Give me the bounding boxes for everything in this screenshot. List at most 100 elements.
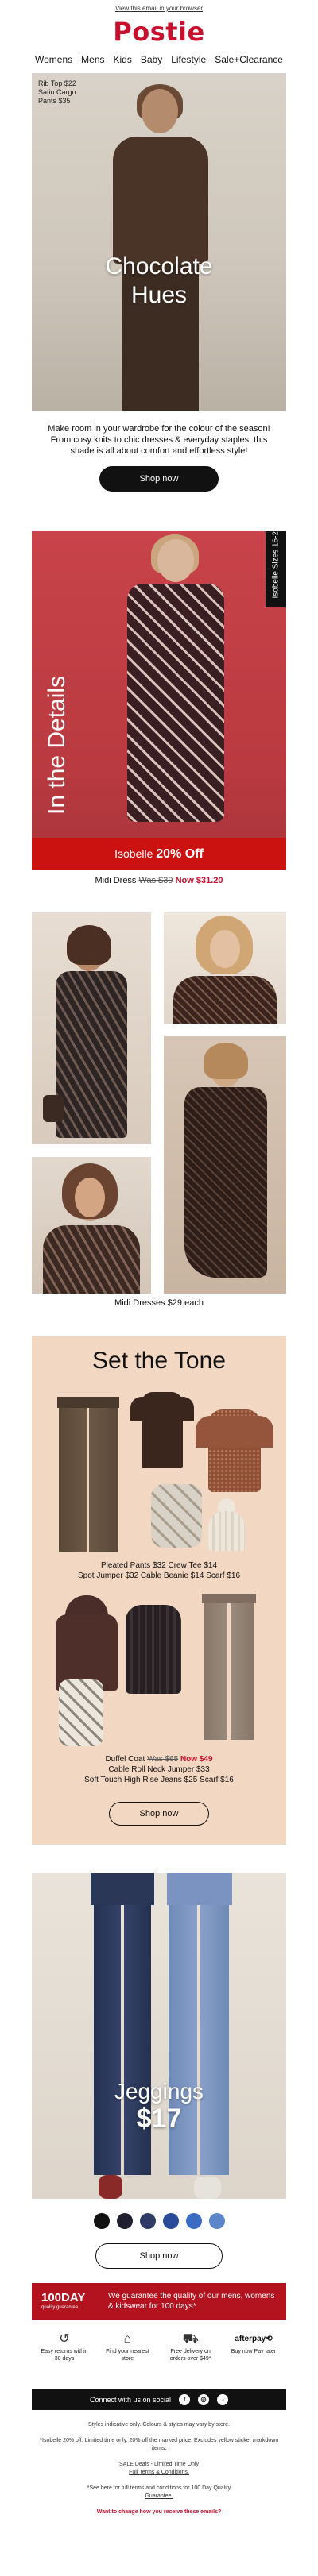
service-afterpay[interactable]: afterpay⟲ Buy now Pay later [229,2331,278,2378]
spot-jumper-image[interactable] [196,1409,273,1492]
nav-sale-clearance[interactable]: Sale+Clearance [215,54,283,71]
delivery-icon: ⛟ [182,2332,199,2346]
service-label: Easy returns within 30 days [41,2349,88,2362]
footer-email-preferences-link[interactable]: Want to change how you receive these ema… [32,2509,286,2516]
hero-price-tag: Pants $35 [38,97,71,105]
footer-guarantee-terms: *See here for full terms and conditions … [87,2485,231,2491]
tone-caption-line: Soft Touch High Rise Jeans $25 Scarf $16 [84,1776,234,1784]
hero-image[interactable]: Rib Top $22 Satin Cargo Pants $35 Chocol… [32,73,286,411]
cable-roll-neck-jumper-image[interactable] [118,1605,189,1694]
tone-heading: Set the Tone [92,1348,226,1374]
colour-swatch[interactable] [208,2213,225,2229]
service-store-finder[interactable]: ⌂ Find your nearest store [103,2331,152,2378]
tone-caption-1: Pleated Pants $32 Crew Tee $14 Spot Jump… [32,1560,286,1581]
facebook-icon[interactable]: f [179,2394,191,2405]
crew-tee-image[interactable] [130,1392,194,1468]
service-returns[interactable]: ↺ Easy returns within 30 days [40,2331,89,2378]
service-label: Buy now Pay later [231,2349,277,2354]
midi-dress-photo-grid [32,912,286,1294]
promo-vertical-title: In the Details [44,675,70,815]
footer-guarantee-link[interactable]: Guarantee. [145,2493,173,2499]
hero-intro-text: Make room in your wardrobe for the colou… [48,424,270,456]
pleated-pants-image[interactable] [57,1397,119,1552]
promo-offer-banner: Isobelle 20% Off [32,838,286,870]
grid-photo[interactable] [32,912,151,1144]
hero-title: Chocolate Hues [32,253,286,310]
nav-kids[interactable]: Kids [114,54,132,71]
tone-caption-now: Now $49 [180,1755,213,1764]
scarf-image[interactable] [59,1679,103,1746]
hero-price-tags: Rib Top $22 Satin Cargo Pants $35 [38,79,76,106]
grid-photo[interactable] [164,912,286,1024]
tone-shop-now-button[interactable]: Shop now [109,1802,209,1826]
footer-sale-deals: SALE Deals - Limited Time Only [119,2462,199,2467]
jeggings-shop-now-button[interactable]: Shop now [95,2243,223,2269]
isobelle-brand-tab: Isobelle Sizes 16-26 [266,531,286,607]
tone-caption-item: Duffel Coat [105,1755,145,1764]
banner-brand: Isobelle [114,847,153,860]
service-label: Find your nearest store [106,2349,149,2362]
tone-caption-line: Duffel Coat Was $65 Now $49 [32,1754,286,1764]
promo-caption: Midi Dress Was $39 Now $31.20 [0,876,318,885]
scarf-image[interactable] [151,1484,202,1548]
hero-price-tag: Rib Top $22 [38,79,76,87]
footer-line: ^Isobelle 20% off: Limited time only. 20… [39,2438,279,2451]
instagram-icon[interactable]: ◎ [198,2394,210,2405]
hero-title-line: Hues [130,282,188,308]
guarantee-badge-small: quality guarantee [41,2305,79,2310]
tone-caption-2: Duffel Coat Was $65 Now $49 Cable Roll N… [32,1754,286,1785]
browser-view-link[interactable]: View this email in your browser [0,0,318,14]
footer-fine-print: Styles indicative only. Colours & styles… [32,2421,286,2516]
footer-line: Styles indicative only. Colours & styles… [87,2422,231,2428]
hero-model [105,84,216,411]
tone-caption-line: Cable Roll Neck Jumper $33 [108,1765,210,1774]
nav-baby[interactable]: Baby [141,54,162,71]
banner-offer: 20% Off [156,847,204,861]
colour-swatch[interactable] [185,2213,202,2229]
footer-line: SALE Deals - Limited Time Only Full Term… [32,2461,286,2477]
hero-title-line: Chocolate [105,253,213,280]
nav-womens[interactable]: Womens [35,54,72,71]
quality-guarantee-banner[interactable]: 100DAY quality guarantee We guarantee th… [32,2283,286,2320]
service-delivery[interactable]: ⛟ Free delivery on orders over $49* [166,2331,215,2378]
colour-swatch[interactable] [139,2213,156,2229]
postie-logo[interactable]: Postie [0,14,318,49]
colour-swatch[interactable] [162,2213,179,2229]
promo-caption-was: Was $39 [138,876,173,885]
returns-icon: ↺ [59,2332,70,2346]
social-bar: Connect with us on social f ◎ ♪ [32,2389,286,2410]
guarantee-badge-big: 100DAY [41,2291,86,2304]
duffel-coat-image[interactable] [51,1595,122,1691]
isobelle-promo-image[interactable]: In the Details Isobelle Sizes 16-26 Isob… [32,531,286,870]
afterpay-icon: afterpay⟲ [235,2335,273,2343]
guarantee-badge: 100DAY quality guarantee [41,2292,94,2311]
footer-terms-link[interactable]: Full Terms & Conditions. [129,2470,189,2475]
service-label: Free delivery on orders over $49* [169,2349,211,2362]
grid-photo[interactable] [32,1157,151,1294]
grid-caption: Midi Dresses $29 each [114,1298,204,1308]
guarantee-message: We guarantee the quality of our mens, wo… [108,2292,275,2311]
jeggings-title: Jeggings [114,2079,204,2104]
cable-beanie-image[interactable] [207,1498,246,1551]
hero-shop-now-button[interactable]: Shop now [99,466,219,492]
nav-mens[interactable]: Mens [81,54,104,71]
set-the-tone-section[interactable]: Set the Tone Pleated Pants $32 Crew Tee … [32,1336,286,1845]
jeggings-colour-swatches [0,2213,318,2229]
jeggings-price: $17 [136,2104,182,2134]
main-nav: Womens Mens Kids Baby Lifestyle Sale+Cle… [0,49,318,71]
colour-swatch[interactable] [116,2213,133,2229]
colour-swatch[interactable] [93,2213,110,2229]
promo-model [119,534,231,857]
nav-lifestyle[interactable]: Lifestyle [171,54,206,71]
store-icon: ⌂ [123,2332,132,2346]
hero-price-tag: Satin Cargo [38,88,76,96]
high-rise-jeans-image[interactable] [202,1594,256,1740]
tiktok-icon[interactable]: ♪ [217,2394,229,2405]
service-icons-row: ↺ Easy returns within 30 days ⌂ Find you… [32,2331,286,2378]
tone-caption-line: Spot Jumper $32 Cable Beanie $14 Scarf $… [77,1571,241,1580]
footer-line: *See here for full terms and conditions … [32,2485,286,2501]
tone-caption-line: Pleated Pants $32 Crew Tee $14 [100,1561,218,1570]
promo-caption-now: Now $31.20 [175,876,223,885]
jeggings-image[interactable]: Jeggings $17 [32,1873,286,2199]
grid-photo[interactable] [164,1036,286,1294]
